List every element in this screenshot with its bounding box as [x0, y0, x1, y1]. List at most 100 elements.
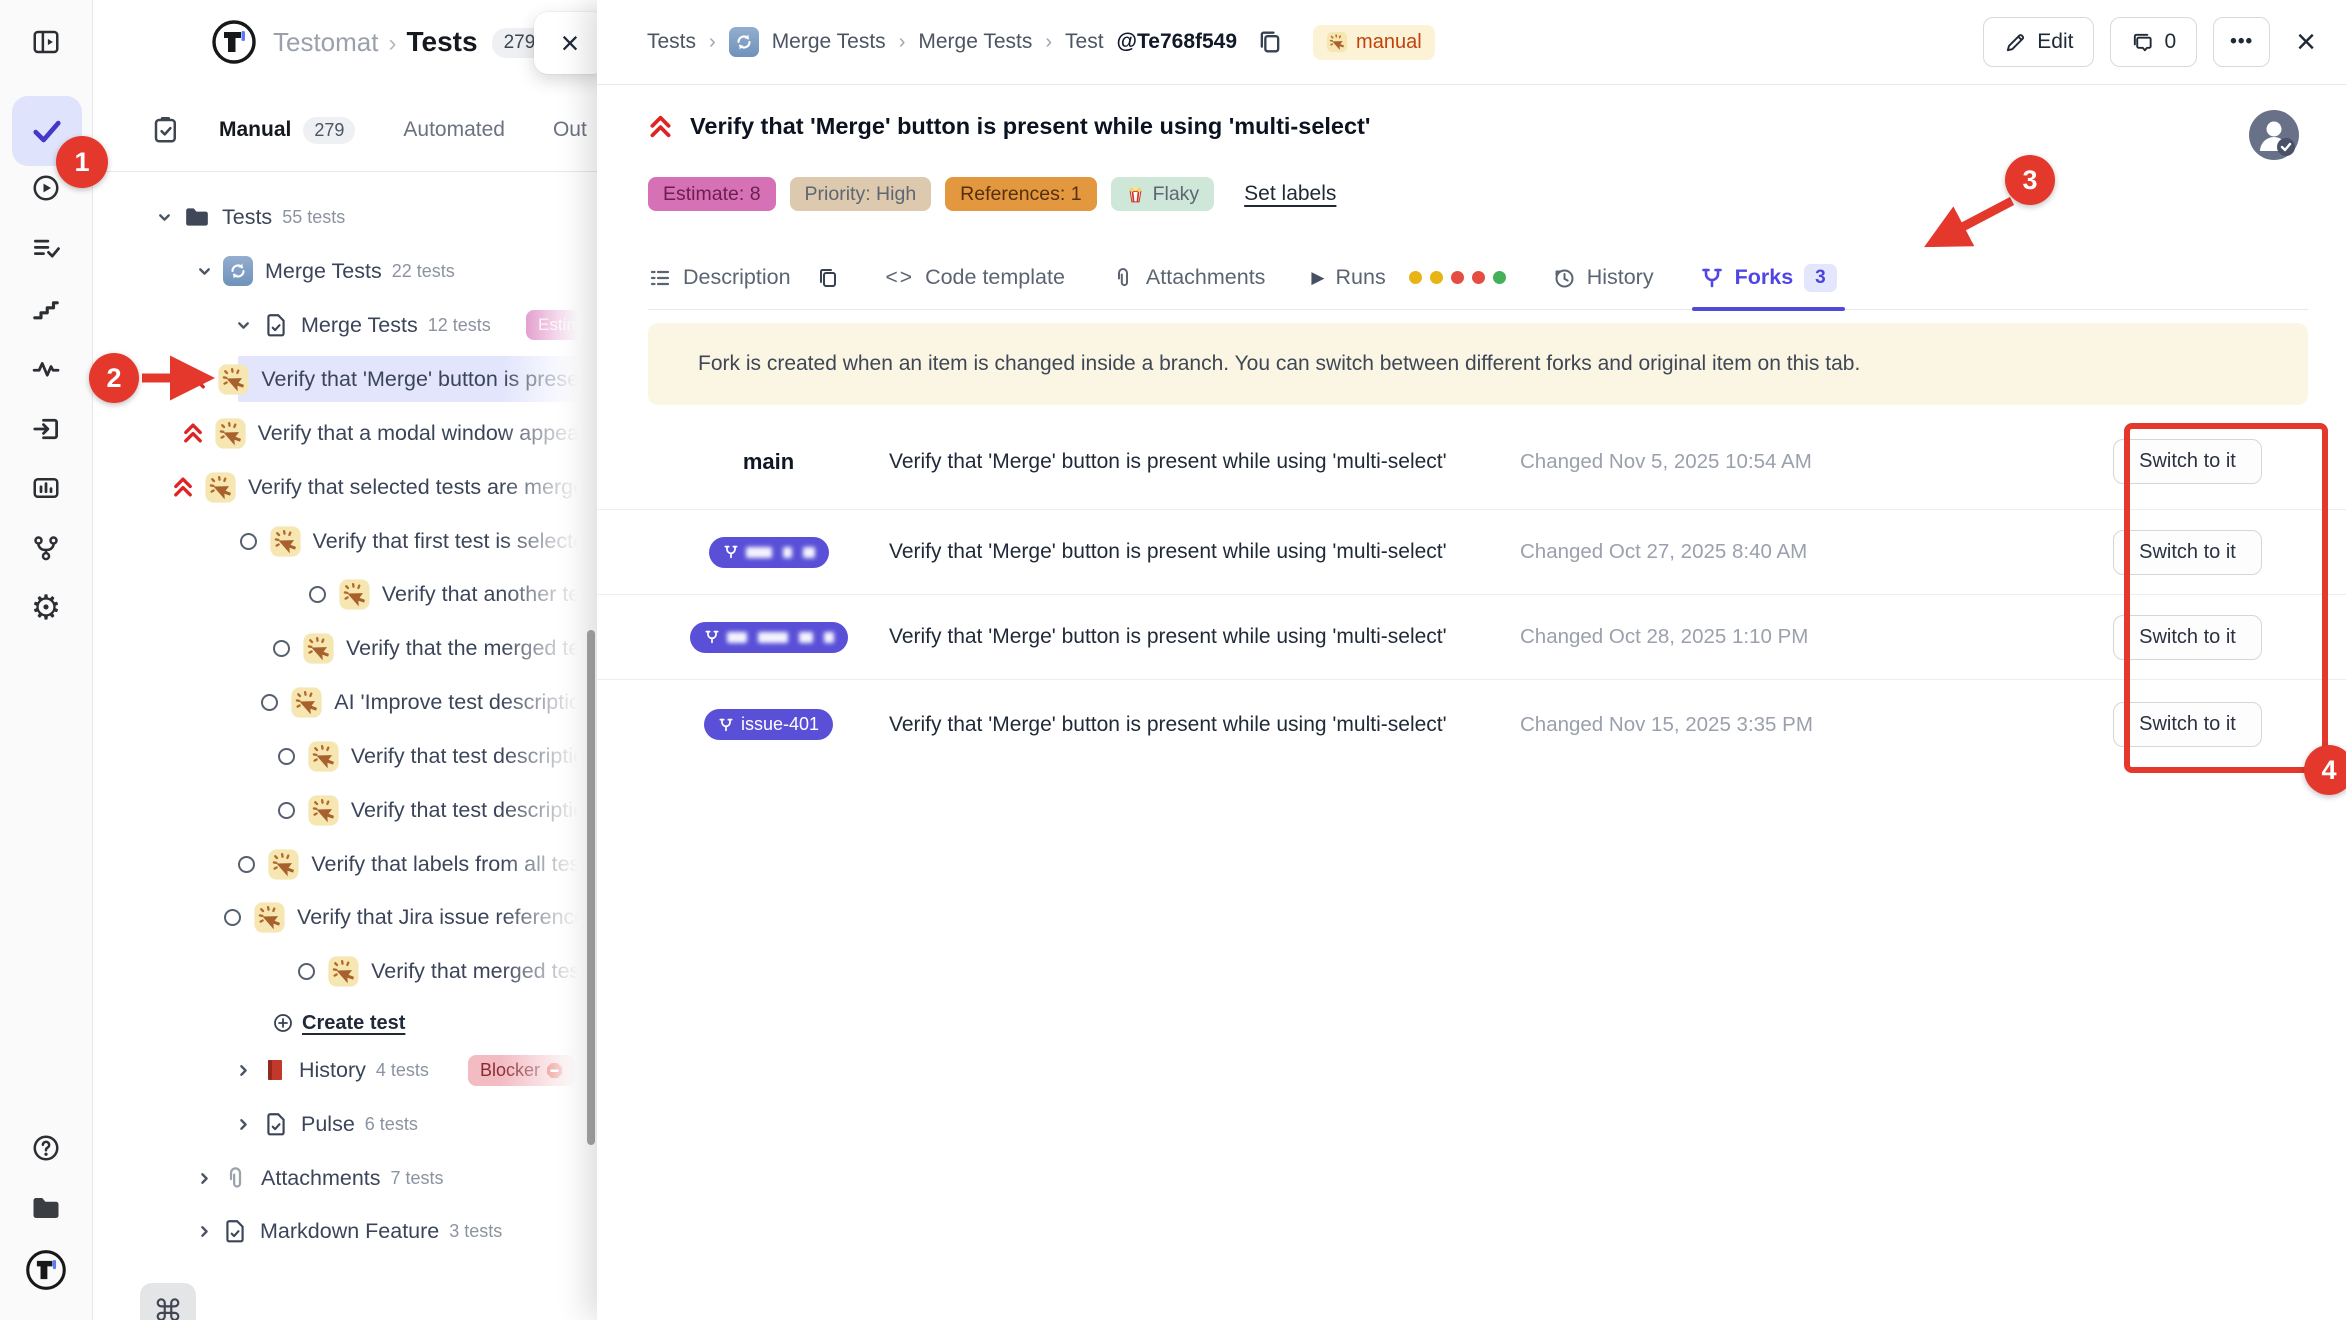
fork-title: Verify that 'Merge' button is present wh… [889, 449, 1510, 475]
tree-scrollbar-thumb[interactable] [587, 630, 595, 1145]
keyboard-shortcuts-button[interactable]: ⌘ [140, 1283, 196, 1320]
tree-test-row[interactable]: Verify that a modal window appears [93, 410, 597, 456]
chevron-right-icon[interactable] [196, 1170, 213, 1187]
tree-test-row[interactable]: Verify that the merged test [93, 625, 597, 671]
label-badges-row: Estimate: 8 Priority: High References: 1… [648, 177, 1336, 211]
test-plans-icon[interactable] [26, 228, 66, 268]
detail-breadcrumb: Tests › Merge Tests › Merge Tests › Test… [647, 25, 1435, 60]
chevron-down-icon[interactable] [235, 317, 252, 334]
chevron-down-icon[interactable] [196, 263, 213, 280]
branches-icon[interactable] [26, 528, 66, 568]
create-test-link[interactable]: Create test [93, 1000, 597, 1046]
status-circle-icon [273, 640, 290, 657]
tree-test-row[interactable]: Verify that merged tests [93, 948, 597, 994]
testomat-logo-icon[interactable] [24, 1248, 68, 1292]
copy-id-icon[interactable] [1256, 28, 1284, 56]
tree-node-tests[interactable]: Tests55 tests [93, 194, 597, 240]
tests-tree-panel: Testomat›Tests279 × Manual 279 Automated… [93, 0, 597, 1320]
close-tree-panel-button[interactable]: × [534, 12, 597, 74]
annotation-step-4: 4 [2304, 745, 2346, 795]
tab-manual[interactable]: Manual [219, 118, 291, 142]
close-icon: × [2296, 23, 2316, 61]
comments-button[interactable]: 0 [2110, 17, 2197, 67]
play-icon: ▶ [1311, 268, 1324, 288]
tree-test-row[interactable]: Verify that labels from all tests [93, 841, 597, 887]
tab-outline[interactable]: Out [553, 118, 587, 142]
milestones-icon[interactable] [26, 289, 66, 329]
pulse-icon[interactable] [26, 349, 66, 389]
tree-test-row[interactable]: Verify that test description [93, 787, 597, 833]
tab-forks-active[interactable]: Forks 3 [1700, 246, 1837, 310]
tab-runs[interactable]: ▶ Runs [1311, 246, 1505, 310]
tree-node-pulse[interactable]: Pulse6 tests [93, 1101, 597, 1147]
tree-node-markdown-feature[interactable]: Markdown Feature3 tests [93, 1208, 597, 1254]
fork-changed-timestamp: Changed Nov 15, 2025 3:35 PM [1510, 713, 2113, 737]
history-clock-icon [1552, 266, 1576, 290]
status-circle-icon [238, 856, 255, 873]
plus-circle-icon [273, 1013, 293, 1033]
estimate-badge: Estimate: 8 [648, 177, 776, 211]
settings-gear-icon[interactable]: ⚙ [26, 588, 66, 628]
tab-code-template[interactable]: <> Code template [886, 246, 1065, 310]
manual-type-badge: manual [1313, 25, 1435, 60]
more-actions-button[interactable]: ••• [2213, 17, 2270, 67]
fork-row: issue-401 Verify that 'Merge' button is … [597, 679, 2346, 769]
switch-to-it-button[interactable]: Switch to it [2113, 702, 2262, 747]
fork-title: Verify that 'Merge' button is present wh… [889, 712, 1510, 738]
test-title: Verify that 'Merge' button is present wh… [690, 113, 1370, 140]
sidebar-toggle-icon[interactable] [26, 22, 66, 62]
breadcrumb-test: Test [1065, 30, 1104, 54]
breadcrumb: Testomat›Tests279 [273, 26, 547, 58]
set-labels-link[interactable]: Set labels [1244, 182, 1336, 206]
analytics-icon[interactable] [26, 468, 66, 508]
forks-info-banner: Fork is created when an item is changed … [648, 323, 2308, 405]
help-icon[interactable] [26, 1128, 66, 1168]
tree-test-row-selected[interactable]: Verify that 'Merge' button is present [93, 356, 597, 402]
switch-to-it-button[interactable]: Switch to it [2113, 530, 2262, 575]
tree-node-attachments[interactable]: Attachments7 tests [93, 1155, 597, 1201]
edit-button[interactable]: Edit [1983, 17, 2094, 67]
active-tab-underline [1692, 307, 1845, 311]
breadcrumb-merge-tests[interactable]: Merge Tests [772, 30, 886, 54]
copy-icon[interactable] [816, 266, 840, 290]
detail-tabs: Description <> Code template Attachments… [648, 246, 2308, 310]
tree-node-merge-tests-suite[interactable]: Merge Tests22 tests [93, 248, 597, 294]
breadcrumb-section[interactable]: Tests [407, 26, 478, 57]
tree-node-merge-tests-file[interactable]: Merge Tests12 tests Estima [93, 302, 597, 348]
switch-to-it-button[interactable]: Switch to it [2113, 615, 2262, 660]
import-icon[interactable] [26, 409, 66, 449]
icon-rail: ⚙ [0, 0, 93, 1320]
tree-test-row[interactable]: AI 'Improve test description' [93, 679, 597, 725]
tree-test-row[interactable]: Verify that test description [93, 733, 597, 779]
manual-cursor-icon [302, 632, 335, 665]
breadcrumb-app[interactable]: Testomat [273, 27, 379, 57]
tree-panel-header: Testomat›Tests279 × [93, 0, 597, 86]
run-dot-yellow [1409, 271, 1422, 284]
flaky-badge: Flaky [1111, 177, 1215, 211]
breadcrumb-tests[interactable]: Tests [647, 30, 696, 54]
tab-description[interactable]: Description [648, 246, 840, 310]
breadcrumb-merge-tests-2[interactable]: Merge Tests [918, 30, 1032, 54]
status-circle-icon [278, 748, 295, 765]
manual-cursor-icon [267, 848, 300, 881]
projects-folder-icon[interactable] [26, 1188, 66, 1228]
annotation-step-2: 2 [89, 353, 139, 403]
chevron-right-icon[interactable] [235, 1116, 252, 1133]
tree-test-row[interactable]: Verify that selected tests are merged [93, 464, 597, 510]
tab-automated[interactable]: Automated [403, 118, 505, 142]
tree-test-row[interactable]: Verify that another test [93, 571, 597, 617]
tree-node-history[interactable]: History4 tests Blocker [93, 1047, 597, 1093]
status-circle-icon [240, 533, 257, 550]
annotation-step-1: 1 [56, 136, 108, 188]
tree-test-row[interactable]: Verify that first test is selected [93, 518, 597, 564]
switch-to-it-button[interactable]: Switch to it [2113, 439, 2262, 484]
tab-history[interactable]: History [1552, 246, 1654, 310]
close-detail-button[interactable]: × [2296, 25, 2316, 59]
tab-attachments[interactable]: Attachments [1111, 246, 1266, 310]
tree-test-row[interactable]: Verify that Jira issue references [93, 894, 597, 940]
chevron-right-icon[interactable] [235, 1062, 252, 1079]
chevron-down-icon[interactable] [156, 209, 173, 226]
assignee-avatar[interactable] [2249, 110, 2299, 160]
fork-branch-icon [1700, 266, 1724, 290]
chevron-right-icon[interactable] [196, 1223, 213, 1240]
